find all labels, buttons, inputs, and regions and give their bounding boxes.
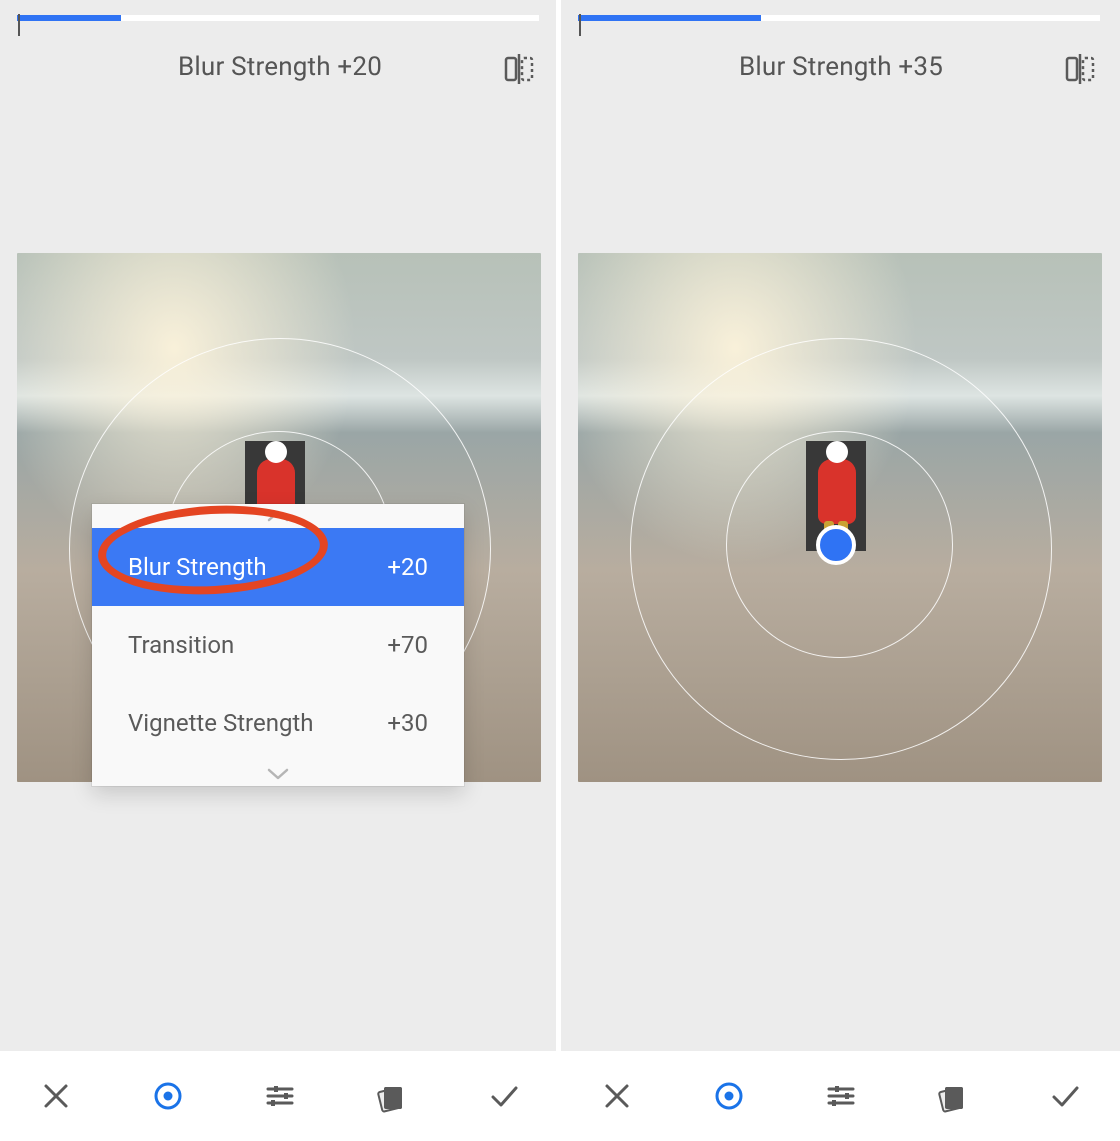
slider-fill xyxy=(17,15,121,21)
focus-shape-button[interactable] xyxy=(146,1074,190,1118)
menu-item-transition[interactable]: Transition +70 xyxy=(92,606,464,684)
compare-button[interactable] xyxy=(1065,54,1095,84)
compare-icon xyxy=(1065,54,1095,84)
menu-item-vignette-strength[interactable]: Vignette Strength +30 xyxy=(92,684,464,762)
compare-button[interactable] xyxy=(504,54,534,84)
compare-icon xyxy=(504,54,534,84)
cancel-button[interactable] xyxy=(595,1074,639,1118)
menu-item-label: Vignette Strength xyxy=(128,709,314,737)
slider-origin-tick xyxy=(579,14,581,36)
card-stack-icon xyxy=(374,1078,410,1114)
focus-circle-icon xyxy=(711,1078,747,1114)
close-icon xyxy=(38,1078,74,1114)
cancel-button[interactable] xyxy=(34,1074,78,1118)
photo-canvas[interactable] xyxy=(578,253,1102,782)
menu-item-value: +70 xyxy=(387,631,428,659)
slider-track[interactable] xyxy=(17,15,539,21)
close-icon xyxy=(599,1078,635,1114)
chevron-up-icon[interactable] xyxy=(92,504,464,528)
check-icon xyxy=(486,1078,522,1114)
slider-origin-tick xyxy=(18,14,20,36)
menu-item-label: Transition xyxy=(128,631,234,659)
styles-button[interactable] xyxy=(931,1074,975,1118)
bottom-toolbar xyxy=(0,1051,560,1141)
adjust-button[interactable] xyxy=(819,1074,863,1118)
focus-center-handle[interactable] xyxy=(816,525,856,565)
card-stack-icon xyxy=(935,1078,971,1114)
sliders-icon xyxy=(262,1078,298,1114)
chevron-down-icon[interactable] xyxy=(92,762,464,786)
adjustment-menu[interactable]: Blur Strength +20 Transition +70 Vignett… xyxy=(92,504,464,786)
adjustment-readout: Blur Strength +35 xyxy=(561,52,1120,82)
slider-fill xyxy=(578,15,761,21)
sliders-icon xyxy=(823,1078,859,1114)
menu-item-label: Blur Strength xyxy=(128,553,267,581)
apply-button[interactable] xyxy=(1043,1074,1087,1118)
phone-screen-right: Blur Strength +35 xyxy=(561,0,1120,1141)
menu-item-value: +20 xyxy=(387,553,428,581)
phone-screen-left: Blur Strength +20 Blur Strength +20 Tran… xyxy=(0,0,560,1141)
bottom-toolbar xyxy=(561,1051,1120,1141)
apply-button[interactable] xyxy=(482,1074,526,1118)
focus-circle-icon xyxy=(150,1078,186,1114)
menu-item-blur-strength[interactable]: Blur Strength +20 xyxy=(92,528,464,606)
focus-shape-button[interactable] xyxy=(707,1074,751,1118)
menu-item-value: +30 xyxy=(387,709,428,737)
slider-track[interactable] xyxy=(578,15,1100,21)
styles-button[interactable] xyxy=(370,1074,414,1118)
adjustment-readout: Blur Strength +20 xyxy=(0,52,560,82)
check-icon xyxy=(1047,1078,1083,1114)
adjust-button[interactable] xyxy=(258,1074,302,1118)
